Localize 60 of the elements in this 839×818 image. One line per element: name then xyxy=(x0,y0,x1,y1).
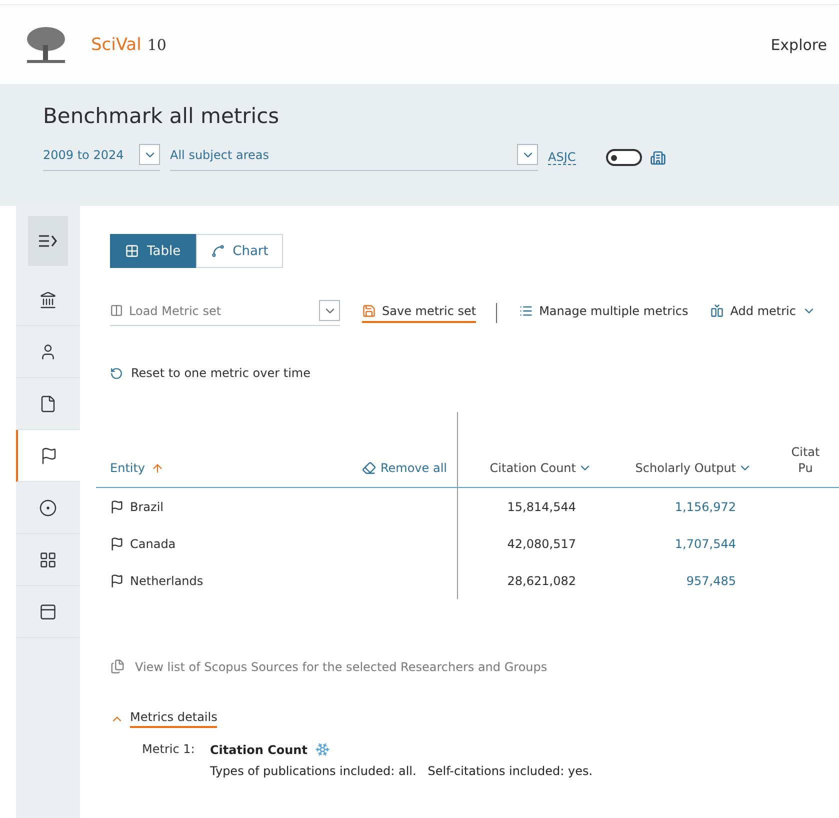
person-icon xyxy=(39,342,57,360)
arrow-up-icon xyxy=(151,462,164,474)
view-tab[interactable]: Table xyxy=(110,234,196,268)
metric-label: Metric 1: xyxy=(142,742,196,758)
snowflake-icon xyxy=(315,742,330,757)
column-header[interactable]: Citat Pu xyxy=(760,445,839,475)
document-icon xyxy=(39,394,57,412)
toolbar-action[interactable]: Manage multiple metrics xyxy=(519,304,688,322)
year-range-select[interactable]: 2009 to 2024 xyxy=(43,144,160,171)
flag-icon xyxy=(110,536,124,550)
entity-sort-header[interactable]: Entity xyxy=(96,461,164,475)
subject-area-select[interactable]: All subject areas xyxy=(170,144,538,171)
classification-link[interactable]: ASJC xyxy=(548,150,576,165)
product-name: SciVal xyxy=(91,34,142,54)
menu-button[interactable] xyxy=(28,216,68,266)
metrics-details-toggle[interactable]: Metrics details xyxy=(110,710,218,728)
metric-name: Citation Count xyxy=(210,742,308,756)
nav-link[interactable]: Explore xyxy=(770,36,827,54)
flag-icon xyxy=(110,574,124,588)
add-column-icon xyxy=(710,304,724,318)
version-number: 10 xyxy=(147,36,166,54)
files-icon xyxy=(110,659,125,674)
reset-link[interactable]: Reset to one metric over time xyxy=(110,366,839,380)
toolbar-action[interactable]: Save metric set xyxy=(362,304,476,322)
save-icon xyxy=(362,304,376,318)
reset-icon xyxy=(110,366,123,380)
flag-icon xyxy=(110,500,124,514)
column-header[interactable]: Citation Count xyxy=(458,461,600,475)
tree-logo-icon xyxy=(25,24,67,64)
line-chart-icon xyxy=(210,244,225,258)
flag-icon xyxy=(40,446,58,464)
value-link[interactable]: 957,485 xyxy=(686,574,736,588)
note-icon xyxy=(39,602,57,620)
view-tab[interactable]: Chart xyxy=(196,234,284,268)
table-cell: 15,814,544 xyxy=(507,500,576,514)
entity-name[interactable]: Netherlands xyxy=(110,574,204,588)
column-header[interactable]: Scholarly Output xyxy=(600,461,760,475)
sidebar-item[interactable] xyxy=(16,430,80,482)
sources-link[interactable]: View list of Scopus Sources for the selected Researchers and Groups xyxy=(110,659,839,674)
toolbar-action[interactable]: Add metric xyxy=(710,304,816,322)
page-title: Benchmark all metrics xyxy=(43,104,280,128)
entity-name[interactable]: Brazil xyxy=(110,500,164,514)
eraser-icon xyxy=(362,461,376,475)
toggle-switch[interactable] xyxy=(606,149,642,166)
value-link[interactable]: 1,156,972 xyxy=(674,500,736,514)
metric-set-select[interactable]: Load Metric set xyxy=(110,300,340,326)
remove-all-link[interactable]: Remove all xyxy=(362,461,447,475)
list-icon xyxy=(519,304,534,318)
target-icon xyxy=(39,498,57,516)
grid-icon xyxy=(125,244,139,258)
building-icon xyxy=(650,150,666,166)
table-cell: 42,080,517 xyxy=(507,536,576,550)
table-cell: 28,621,082 xyxy=(507,574,576,588)
entity-name[interactable]: Canada xyxy=(110,536,176,550)
columns-icon xyxy=(110,304,123,317)
value-link[interactable]: 1,707,544 xyxy=(674,536,736,550)
grid-icon xyxy=(39,550,57,568)
metric-note: Types of publications included: all. Self-citations included: yes. xyxy=(210,764,593,778)
institution-icon xyxy=(39,290,57,308)
menu-icon xyxy=(38,234,58,248)
